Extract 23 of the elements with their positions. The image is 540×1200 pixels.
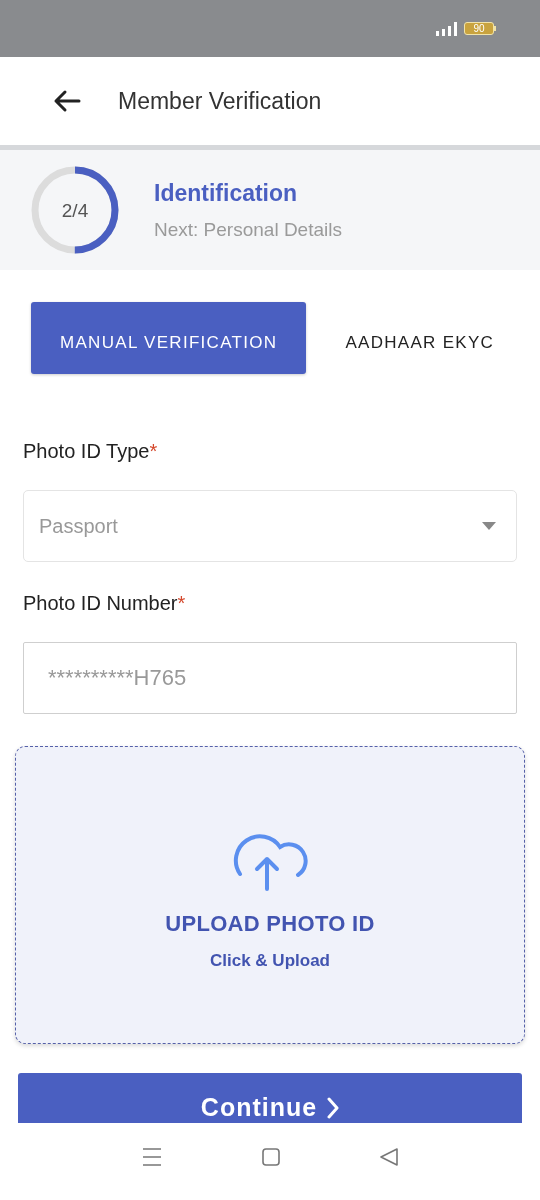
upload-title: UPLOAD PHOTO ID [165,911,375,937]
signal-icon [436,21,458,36]
field-label: Photo ID Type [23,440,150,462]
field-label: Photo ID Number [23,592,178,614]
step-count: 2/4 [61,200,89,220]
chevron-right-icon [327,1097,340,1119]
next-step-text: Next: Personal Details [154,218,342,241]
dropdown-field[interactable]: Passport [23,490,517,562]
menu-icon[interactable] [142,1147,162,1166]
required-mark: * [177,592,186,614]
page-title: Member Verification [118,87,322,115]
required-mark: * [149,440,158,462]
input-field[interactable]: **********H765 [23,642,517,714]
step-title: Identification [154,179,299,207]
tab[interactable]: MANUAL VERIFICATION [31,302,307,374]
dropdown-arrow-icon [482,522,496,530]
tab[interactable]: AADHAAR EKYC [316,302,524,374]
upload-hint: Click & Upload [210,951,330,971]
continue-button[interactable]: Continue [18,1073,522,1123]
battery-icon: 90 [464,22,496,35]
home-icon[interactable] [262,1147,280,1166]
upload-area[interactable]: UPLOAD PHOTO ID Click & Upload [15,746,525,1044]
back-icon[interactable] [380,1147,398,1166]
